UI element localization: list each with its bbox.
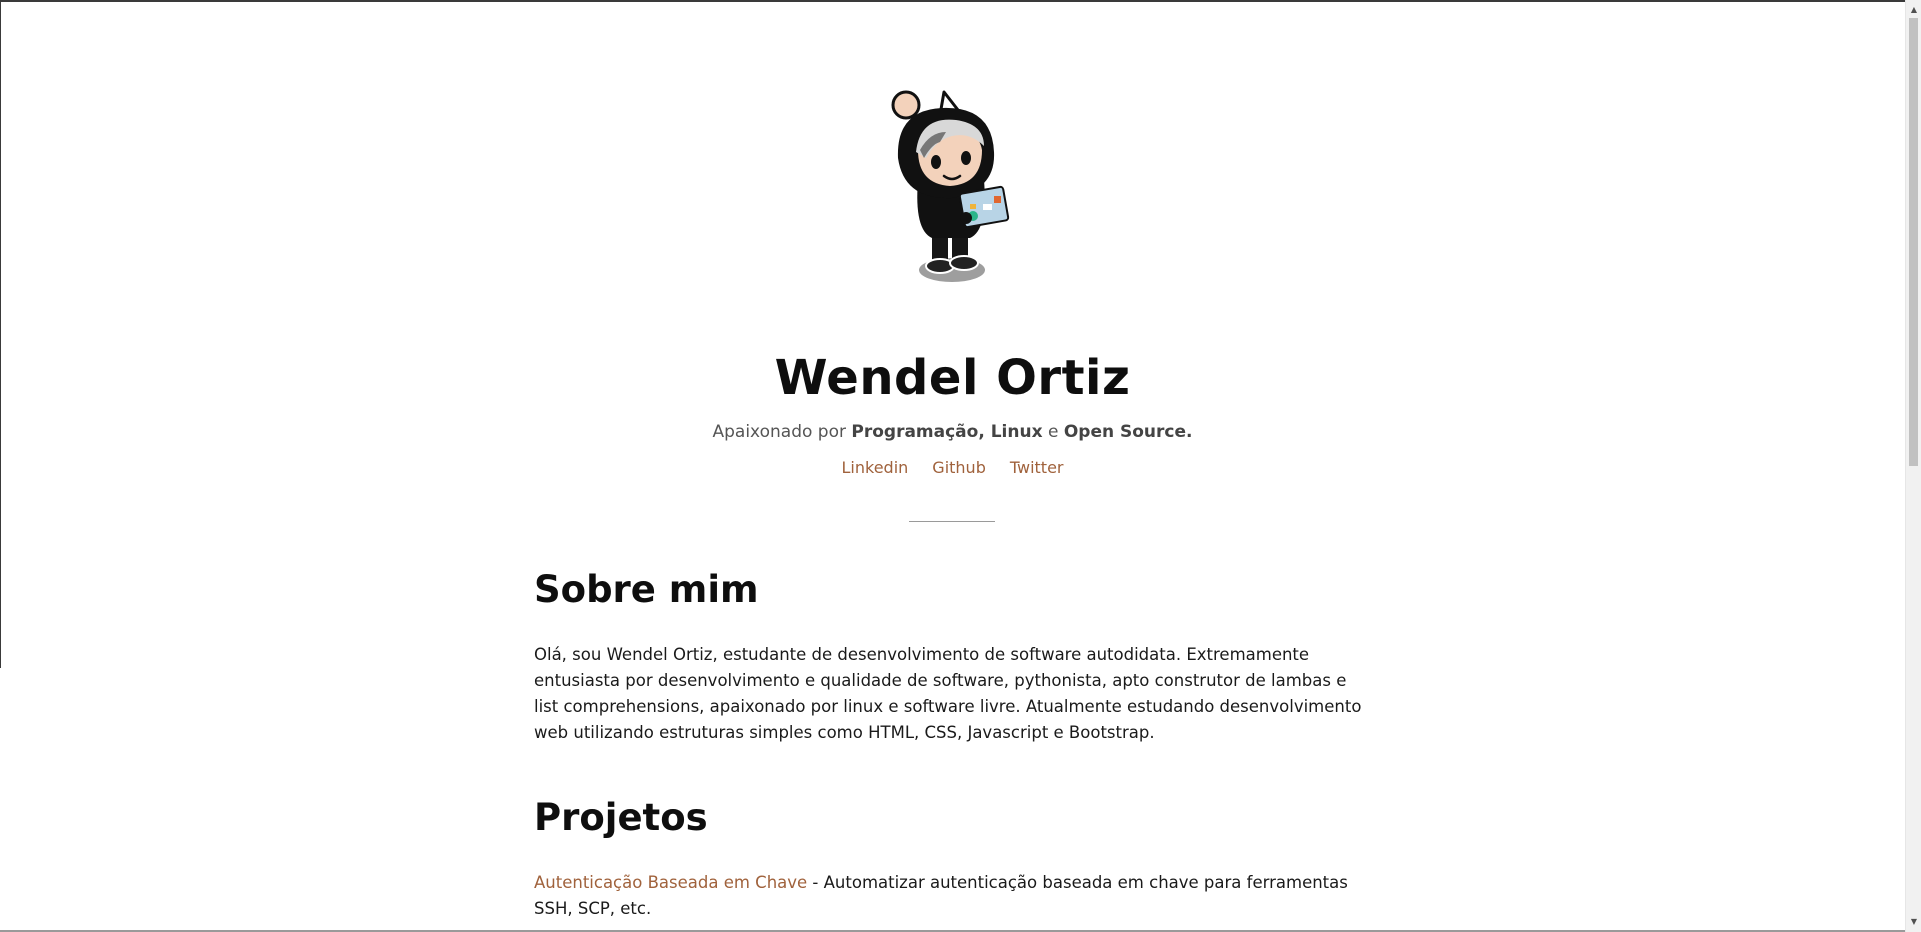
profile-header: Wendel Ortiz Apaixonado por Programação,…: [0, 340, 1905, 477]
vertical-scrollbar[interactable]: ▲ ▼: [1905, 0, 1921, 932]
tagline: Apaixonado por Programação, Linux e Open…: [0, 422, 1905, 442]
avatar-shoe: [949, 255, 979, 271]
avatar-eye: [961, 151, 971, 165]
project-link[interactable]: Autenticação Baseada em Chave: [534, 873, 807, 892]
tagline-connector: e: [1042, 422, 1064, 442]
social-links: Linkedin Github Twitter: [0, 458, 1905, 477]
header-divider: [909, 521, 995, 522]
about-text: Olá, sou Wendel Ortiz, estudante de dese…: [534, 645, 1362, 742]
window-edge: [0, 0, 1, 668]
project-item: Autenticação Baseada em Chave - Automati…: [534, 870, 1374, 922]
site-title: Wendel Ortiz: [774, 350, 1131, 406]
about-title: Sobre mim: [534, 568, 759, 611]
tagline-highlight: Programação, Linux: [851, 422, 1043, 442]
linkedin-link[interactable]: Linkedin: [842, 458, 909, 477]
github-link[interactable]: Github: [932, 458, 986, 477]
projects-title: Projetos: [534, 796, 708, 839]
tagline-highlight: Open Source.: [1063, 422, 1193, 442]
scrollbar-thumb[interactable]: [1909, 18, 1918, 466]
avatar-eye: [931, 155, 941, 169]
tagline-prefix: Apaixonado por: [712, 422, 852, 442]
twitter-link[interactable]: Twitter: [1010, 458, 1064, 477]
scroll-up-arrow-icon[interactable]: ▲: [1906, 2, 1921, 18]
avatar-hand: [960, 212, 972, 224]
scroll-down-arrow-icon[interactable]: ▼: [1906, 914, 1921, 930]
avatar-antenna-ball: [891, 90, 921, 120]
main-content: Sobre mim Olá, sou Wendel Ortiz, estudan…: [534, 560, 1374, 922]
avatar: [891, 90, 1010, 282]
